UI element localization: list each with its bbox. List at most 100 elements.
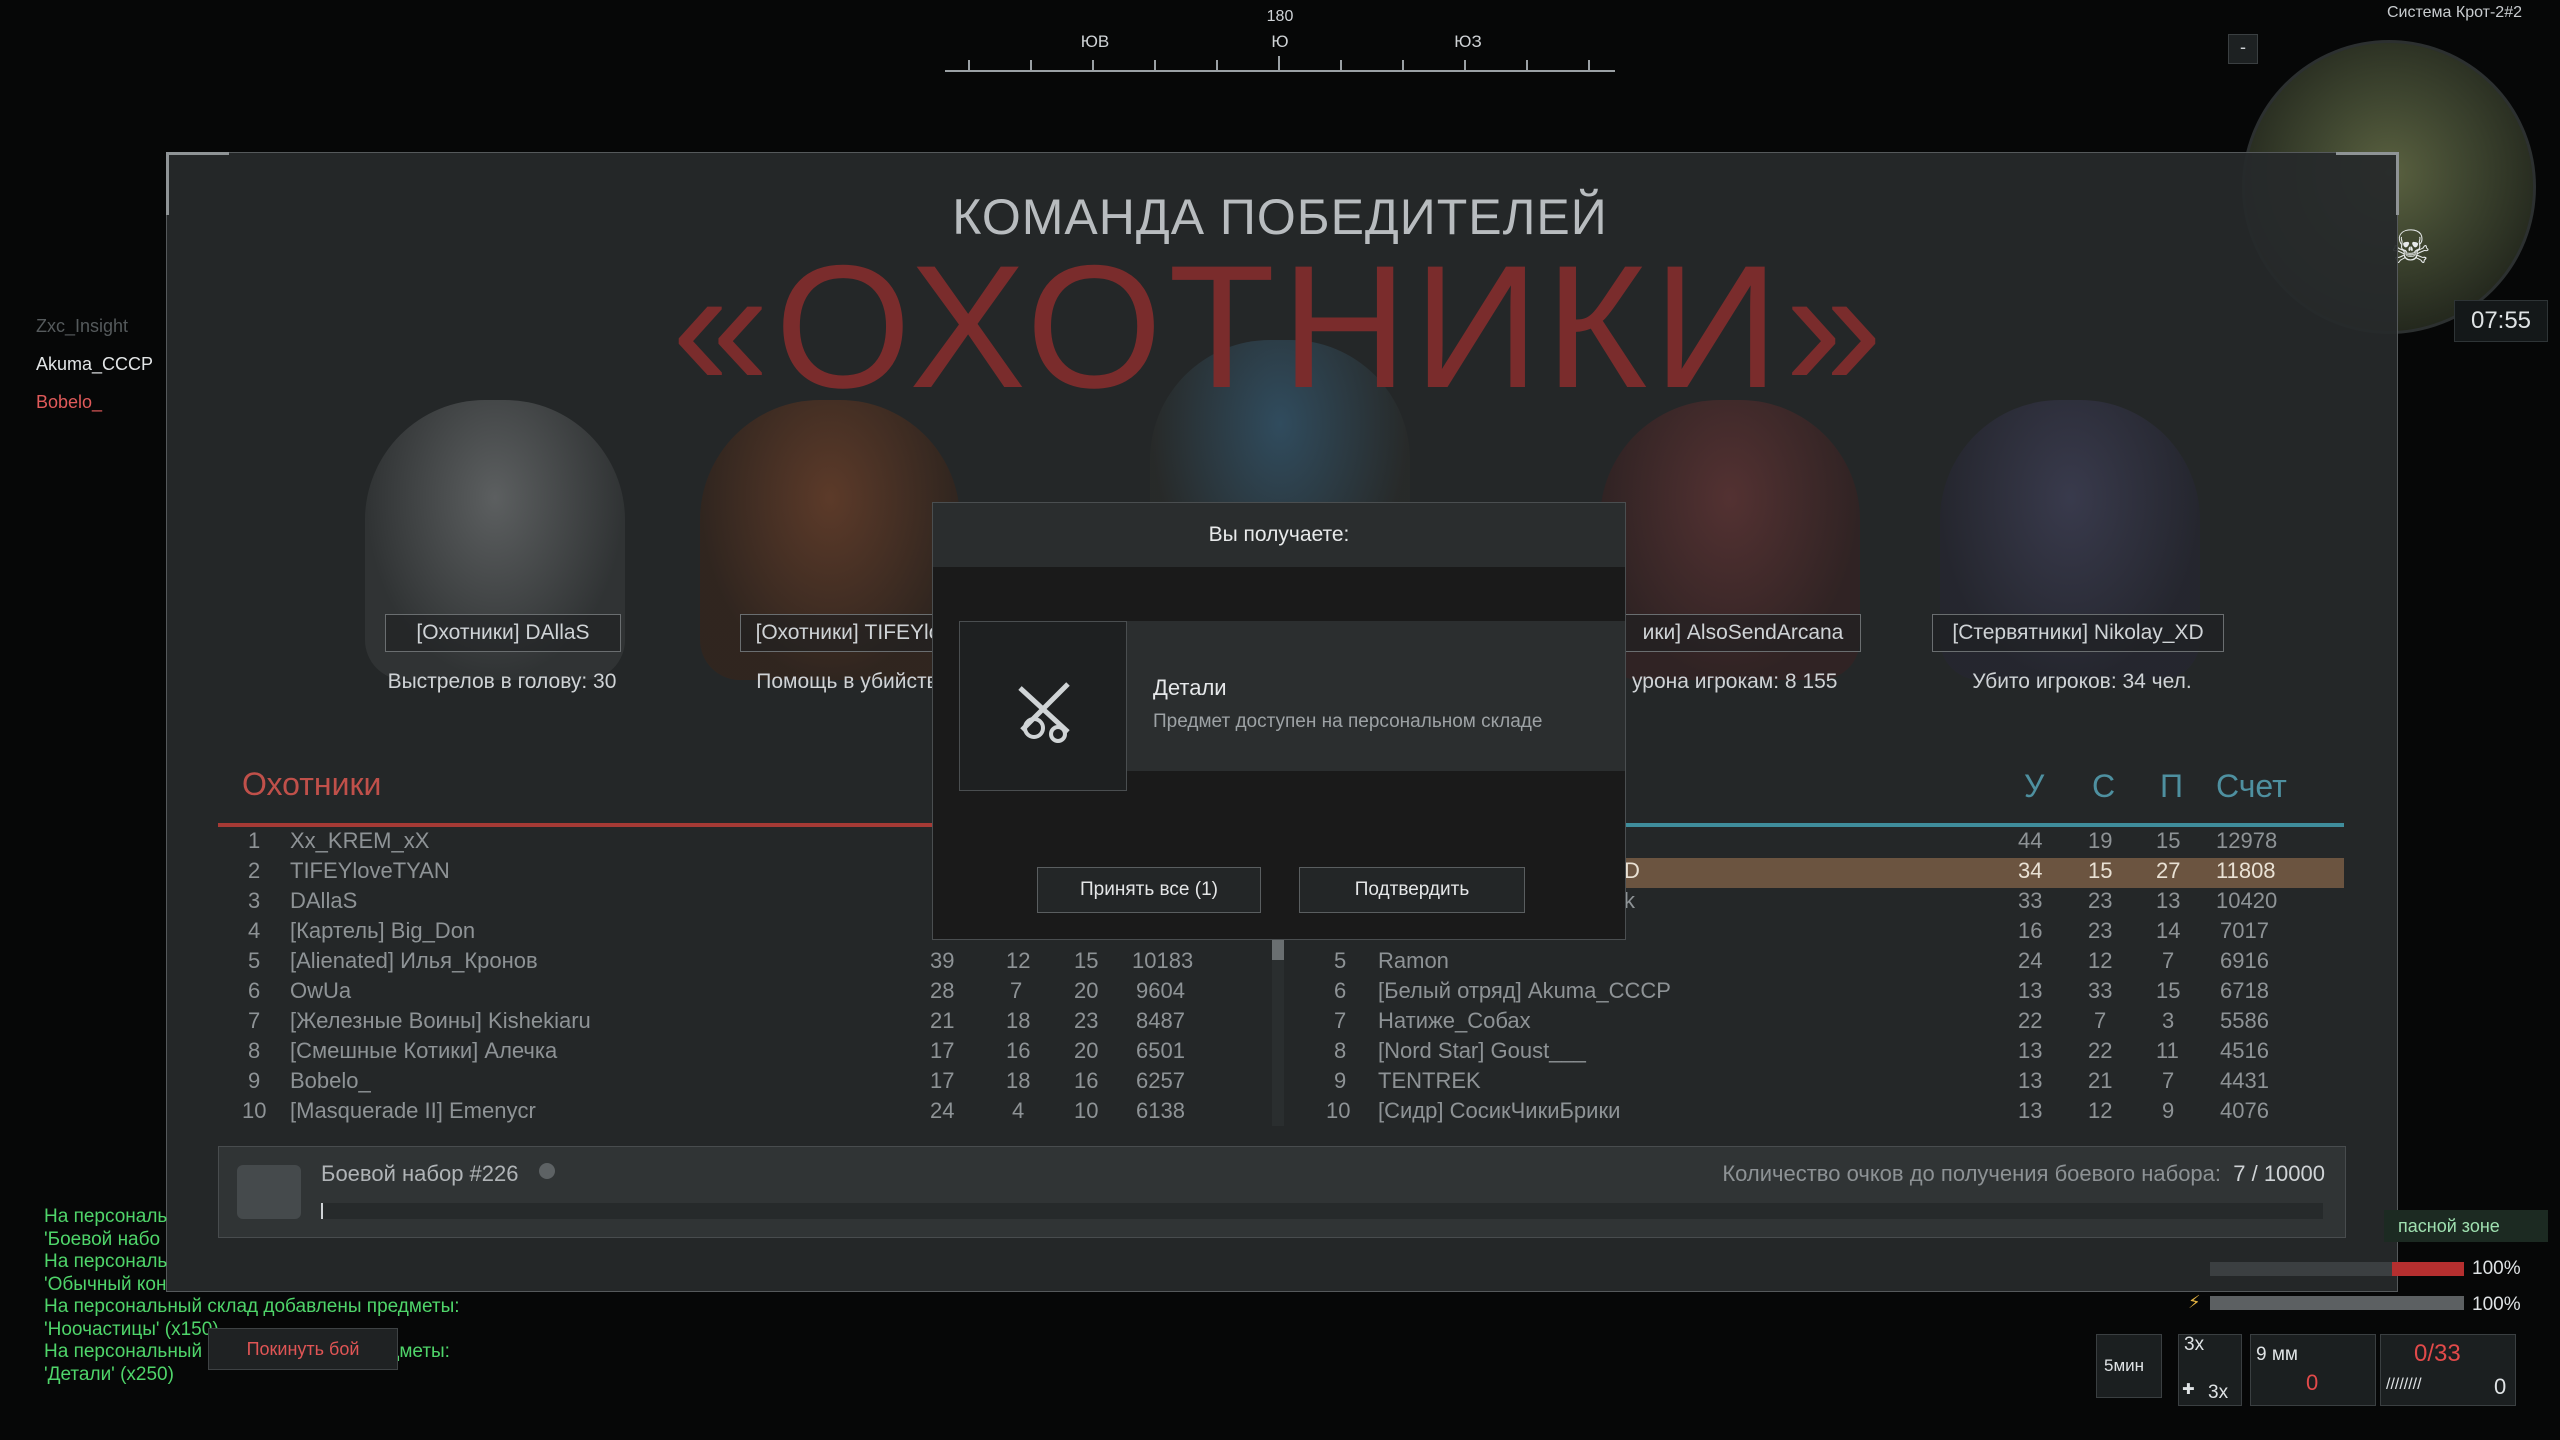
assists: 20 bbox=[1074, 1038, 1099, 1063]
mvp-player: [Стервятники] Nikolay_XD bbox=[1932, 614, 2224, 652]
player-name: OwUa bbox=[290, 978, 352, 1003]
rank: 10 bbox=[1326, 1098, 1351, 1123]
player-name: Ramon bbox=[1378, 948, 1449, 973]
assists: 20 bbox=[1074, 978, 1099, 1003]
deaths: 33 bbox=[2088, 978, 2113, 1003]
scrollbar[interactable] bbox=[1272, 930, 1284, 1126]
left-team-name: Охотники bbox=[242, 766, 382, 802]
player-name: TENTREK bbox=[1378, 1068, 1481, 1093]
kills: 39 bbox=[930, 948, 955, 973]
score: 6501 bbox=[1136, 1038, 1185, 1063]
grenade-count: 3х bbox=[2184, 1334, 2205, 1355]
deaths: 21 bbox=[2088, 1068, 2113, 1093]
table-row: 6 [Белый отряд] Akuma_CCCP 13 33 15 6718 bbox=[1300, 978, 2344, 1008]
energy-icon: ⚡ bbox=[2188, 1292, 2201, 1312]
kills: 22 bbox=[2018, 1008, 2043, 1033]
leave-battle-button[interactable]: Покинуть бой bbox=[208, 1328, 398, 1370]
assists: 7 bbox=[2162, 948, 2175, 973]
player-name: D bbox=[1624, 858, 1640, 883]
info-icon[interactable] bbox=[539, 1163, 555, 1179]
compass-tick bbox=[1216, 60, 1218, 70]
ammo-reserve: 0 bbox=[2306, 1370, 2319, 1395]
player-name: [Сидр] СосикЧикиБрики bbox=[1378, 1098, 1621, 1123]
compass-tick bbox=[1154, 60, 1156, 70]
score: 6257 bbox=[1136, 1068, 1185, 1093]
table-row: 6 OwUa 28 7 20 9604 bbox=[218, 978, 1258, 1008]
col-assists: П bbox=[2160, 768, 2183, 804]
score: 4076 bbox=[2220, 1098, 2269, 1123]
rank: 5 bbox=[248, 948, 261, 973]
mvp-stat: Помощь в убийств bbox=[756, 670, 938, 693]
map-title: Система Крот-2#2 bbox=[2387, 4, 2522, 21]
magazine-count: 0 bbox=[2494, 1374, 2507, 1399]
col-score: Счет bbox=[2216, 768, 2287, 804]
reward-item-name: Детали bbox=[1153, 675, 1227, 700]
player-name: [Alienated] Илья_Кронов bbox=[290, 948, 538, 973]
chat-line: На персональ bbox=[44, 1206, 168, 1227]
score: 10183 bbox=[1132, 948, 1194, 973]
player-name: [Masquerade II] Emenycr bbox=[290, 1098, 536, 1123]
rank: 6 bbox=[248, 978, 261, 1003]
reward-dialog: Вы получаете: Детали Предмет доступен на… bbox=[932, 502, 1626, 940]
kit-progress-track bbox=[321, 1203, 2323, 1219]
assists: 10 bbox=[1074, 1098, 1099, 1123]
rank: 9 bbox=[248, 1068, 261, 1093]
parts-icon bbox=[1018, 682, 1070, 743]
table-row: 9 TENTREK 13 21 7 4431 bbox=[1300, 1068, 2344, 1098]
player-name: Xx_KREM_xX bbox=[290, 828, 430, 853]
score: 9604 bbox=[1136, 978, 1185, 1003]
rank: 7 bbox=[248, 1008, 261, 1033]
rank: 8 bbox=[248, 1038, 261, 1063]
score: 7017 bbox=[2220, 918, 2269, 943]
deaths: 16 bbox=[1006, 1038, 1031, 1063]
rank: 8 bbox=[1334, 1038, 1347, 1063]
bullets-icon: //////// bbox=[2386, 1376, 2422, 1393]
table-row: 5 [Alienated] Илья_Кронов 39 12 15 10183 bbox=[218, 948, 1258, 978]
kills: 16 bbox=[2018, 918, 2043, 943]
confirm-button[interactable]: Подтвердить bbox=[1299, 867, 1525, 913]
deaths: 22 bbox=[2088, 1038, 2113, 1063]
player-name: [Железные Воины] Kishekiaru bbox=[290, 1008, 591, 1033]
map-zoom-out-button[interactable]: - bbox=[2228, 34, 2258, 64]
kills: 34 bbox=[2018, 858, 2043, 883]
compass-degree: 180 bbox=[1266, 8, 1294, 25]
medkit-count: 3х bbox=[2208, 1382, 2229, 1403]
col-kills: У bbox=[2024, 768, 2045, 804]
safe-zone-notice: пасной зоне bbox=[2384, 1210, 2548, 1242]
chat-line: На персональ bbox=[44, 1251, 168, 1272]
kills: 44 bbox=[2018, 828, 2043, 853]
rank: 4 bbox=[248, 918, 261, 943]
health-bar bbox=[2210, 1262, 2464, 1276]
score: 6718 bbox=[2220, 978, 2269, 1003]
compass-label: ЮЗ bbox=[1454, 32, 1482, 51]
accept-all-button[interactable]: Принять все (1) bbox=[1037, 867, 1261, 913]
player-name: [Картель] Big_Don bbox=[290, 918, 476, 943]
assists: 13 bbox=[2156, 888, 2181, 913]
compass-tick bbox=[968, 60, 970, 70]
deaths: 18 bbox=[1006, 1068, 1031, 1093]
player-name: [Белый отряд] Akuma_CCCP bbox=[1378, 978, 1671, 1003]
assists: 16 bbox=[1074, 1068, 1099, 1093]
chat-line: На персональный склад добавлены предметы… bbox=[44, 1296, 460, 1317]
rank: 1 bbox=[248, 828, 261, 853]
rank: 2 bbox=[248, 858, 261, 883]
kit-name: Боевой набор #226 bbox=[321, 1161, 519, 1186]
table-row: 9 Bobelo_ 17 18 16 6257 bbox=[218, 1068, 1258, 1098]
deaths: 19 bbox=[2088, 828, 2113, 853]
ammo-count: 0/33 bbox=[2414, 1340, 2461, 1367]
compass-tick bbox=[1464, 60, 1466, 70]
chat-line-text: На персональный bbox=[44, 1341, 203, 1362]
deaths: 23 bbox=[2088, 918, 2113, 943]
mvp-player: ики] AlsoSendArcana bbox=[1625, 614, 1861, 652]
chat-line: 'Боевой набо bbox=[44, 1228, 161, 1250]
kills: 24 bbox=[930, 1098, 955, 1123]
buff-timer: 5мин bbox=[2104, 1356, 2145, 1375]
kills: 24 bbox=[2018, 948, 2043, 973]
assists: 15 bbox=[2156, 978, 2181, 1003]
kills: 33 bbox=[2018, 888, 2043, 913]
mvp-player: [Охотники] DAllaS bbox=[385, 614, 621, 652]
health-percent: 100% bbox=[2472, 1258, 2521, 1279]
rank: 3 bbox=[248, 888, 261, 913]
kills: 13 bbox=[2018, 1098, 2043, 1123]
kills: 13 bbox=[2018, 1068, 2043, 1093]
